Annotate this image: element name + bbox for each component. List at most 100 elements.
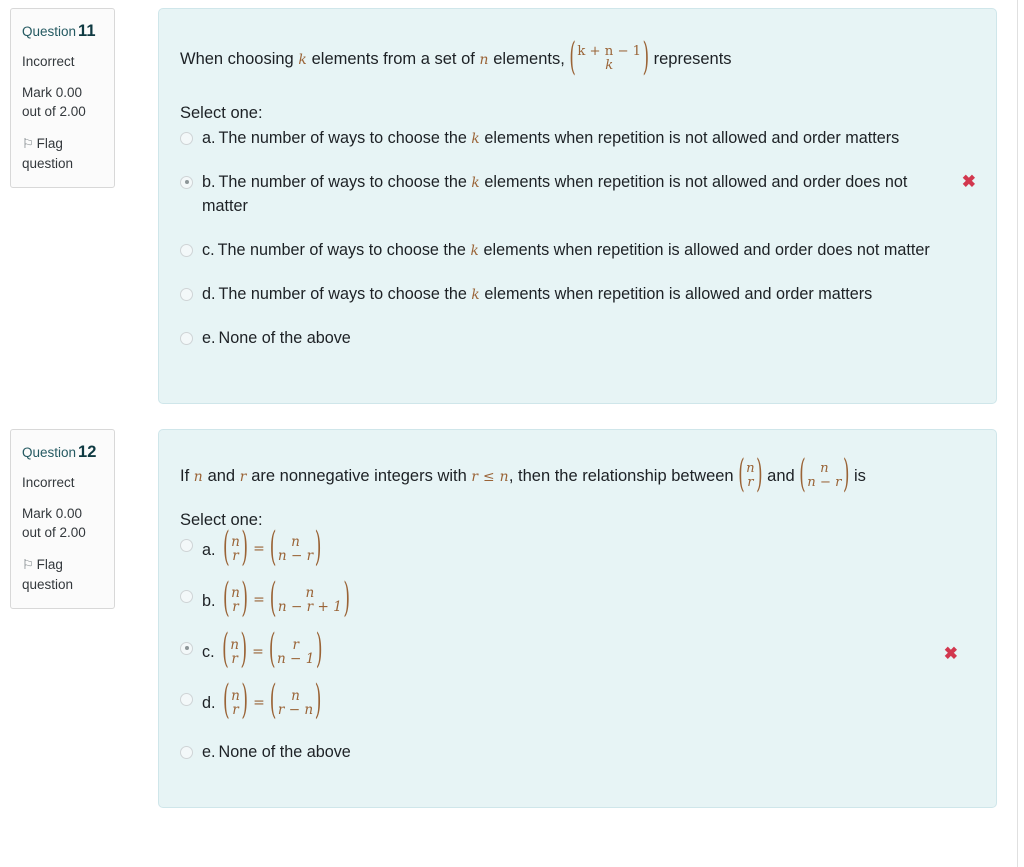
- radio-e[interactable]: [180, 331, 193, 345]
- paren-right-icon: ): [343, 575, 350, 623]
- answer-option-c[interactable]: c. The number of ways to choose the k ele…: [180, 239, 976, 263]
- paren-right-icon: ): [240, 626, 248, 674]
- flag-outline-icon: ⚐: [22, 136, 34, 152]
- answer-body-post-c: elements when repetition is allowed and …: [478, 240, 930, 259]
- binom-bottom: r: [747, 474, 754, 490]
- answer-letter-b: b.: [202, 172, 216, 191]
- answer-option-d[interactable]: d. (n r) = (n r − n): [180, 682, 976, 722]
- binom-bottom: n − r: [807, 474, 842, 490]
- answer-list-12: a. (n r) = (n n − r) b. (n r) = (n n − r + 1…: [180, 528, 976, 765]
- stem-text-pre: When choosing: [180, 50, 299, 69]
- equation-b: (n r) = (n n − r + 1): [223, 579, 350, 619]
- stem-text-post: is: [849, 467, 866, 486]
- binom-bottom: n − r: [277, 548, 314, 565]
- answer-body-pre-d: The number of ways to choose the: [218, 284, 472, 303]
- binomial-coefficient-stem: (k + n − 1 k): [569, 38, 649, 76]
- question-stem-11: When choosing k elements from a set of n…: [180, 38, 976, 76]
- radio-a[interactable]: [180, 132, 193, 145]
- paren-right-icon: ): [642, 34, 650, 80]
- paren-left-icon: (: [268, 626, 276, 674]
- answer-body-e: None of the above: [218, 743, 351, 761]
- paren-left-icon: (: [223, 678, 230, 726]
- question-stem-12: If n and r are nonnegative integers with…: [180, 455, 976, 493]
- binomial-coefficient-n-r: (n r): [738, 455, 762, 493]
- binom-top: n: [746, 461, 755, 476]
- flag-outline-icon: ⚐: [22, 557, 34, 573]
- answer-body-post-a: elements when repetition is not allowed …: [479, 129, 900, 147]
- answer-option-a[interactable]: a. (n r) = (n n − r): [180, 528, 976, 568]
- radio-d[interactable]: [180, 287, 193, 301]
- answer-option-b[interactable]: b. (n r) = (n n − r + 1): [180, 579, 976, 619]
- paren-right-icon: ): [314, 678, 322, 726]
- binom-top: n: [291, 534, 300, 550]
- paren-left-icon: (: [799, 451, 806, 497]
- answer-letter-d: d.: [202, 284, 216, 303]
- question-info-box-12: Question 12 Incorrect Mark 0.00 out of 2.…: [10, 429, 115, 610]
- answer-letter-a: a.: [202, 540, 216, 559]
- flag-question-11[interactable]: ⚐ Flag question: [22, 134, 103, 173]
- question-state-11: Incorrect: [22, 53, 75, 69]
- answer-option-e[interactable]: e. None of the above: [180, 741, 976, 765]
- stem-var-r: r: [239, 469, 247, 486]
- answer-option-e[interactable]: e. None of the above: [180, 327, 976, 351]
- radio-b[interactable]: [180, 590, 193, 604]
- binom-bottom: n − r + 1: [277, 599, 342, 616]
- radio-b[interactable]: [180, 175, 193, 189]
- answer-body-post-d: elements when repetition is allowed and …: [479, 284, 873, 303]
- incorrect-mark-icon-q12: ✖: [943, 643, 958, 663]
- paren-left-icon: (: [222, 626, 229, 674]
- binomial-lhs-d: (n r): [223, 682, 248, 722]
- binomial-rhs-d: (n r − n): [270, 682, 322, 722]
- binom-bottom: r − n: [277, 701, 314, 718]
- radio-c[interactable]: [180, 243, 193, 257]
- binomial-rhs-a: (n n − r): [270, 528, 322, 568]
- radio-a[interactable]: [180, 539, 193, 552]
- equation-c: (n r) = (r n − 1): [222, 630, 322, 670]
- answer-option-a[interactable]: a. The number of ways to choose the k ele…: [180, 127, 976, 151]
- answer-option-b[interactable]: b. The number of ways to choose the k ele…: [180, 171, 976, 219]
- question-label: Question: [22, 24, 77, 39]
- answer-text-e: e. None of the above: [202, 741, 351, 765]
- answer-var-a: k: [471, 131, 480, 147]
- answer-letter-e: e.: [202, 328, 216, 347]
- equals-sign-c: =: [252, 643, 264, 660]
- answer-body-pre-e: None of the above: [218, 328, 351, 347]
- binom-bottom: k: [605, 57, 614, 73]
- radio-c[interactable]: [180, 641, 193, 655]
- equation-a: (n r) = (n n − r): [223, 528, 322, 568]
- binomial-rhs-b: (n n − r + 1): [270, 579, 350, 619]
- answer-text-a: a. (n r) = (n n − r): [202, 528, 322, 568]
- paren-left-icon: (: [569, 34, 576, 80]
- binom-top: n: [291, 687, 300, 704]
- question-number: 11: [78, 22, 96, 40]
- stem-text-mid1: and: [203, 467, 240, 486]
- binom-bottom: r: [232, 548, 239, 565]
- binomial-lhs-c: (n r): [222, 630, 247, 670]
- stem-var-k: k: [298, 52, 308, 69]
- equals-sign-b: =: [253, 592, 265, 609]
- answer-body-pre-a: The number of ways to choose the: [218, 129, 472, 147]
- flag-question-12[interactable]: ⚐ Flag question: [22, 555, 103, 594]
- page-right-border: [1017, 0, 1018, 867]
- binomial-coefficient-n-nminusr: (n n − r): [799, 455, 849, 493]
- stem-text-mid4: and: [762, 467, 800, 486]
- paren-left-icon: (: [269, 575, 277, 623]
- paren-left-icon: (: [223, 575, 230, 623]
- answer-text-d: d. The number of ways to choose the k ele…: [202, 283, 872, 307]
- radio-d[interactable]: [180, 692, 193, 706]
- binom-top: k + n − 1: [577, 44, 642, 59]
- paren-right-icon: ): [314, 524, 322, 572]
- stem-var-n: n: [193, 469, 203, 486]
- answer-text-b: b. The number of ways to choose the k ele…: [202, 171, 944, 219]
- answer-option-c[interactable]: c. (n r) = (r n − 1) ✖: [180, 630, 976, 670]
- answer-var-b: k: [471, 174, 480, 191]
- paren-right-icon: ): [241, 678, 249, 726]
- question-info-box-11: Question 11 Incorrect Mark 0.00 out of 2.…: [10, 8, 115, 189]
- answer-option-d[interactable]: d. The number of ways to choose the k ele…: [180, 283, 976, 307]
- stem-var-n: n: [479, 52, 489, 69]
- answer-list-11: a. The number of ways to choose the k ele…: [180, 127, 976, 351]
- radio-e[interactable]: [180, 746, 193, 759]
- paren-right-icon: ): [241, 524, 249, 572]
- paren-left-icon: (: [738, 451, 745, 497]
- answer-text-c: c. The number of ways to choose the k ele…: [202, 239, 930, 263]
